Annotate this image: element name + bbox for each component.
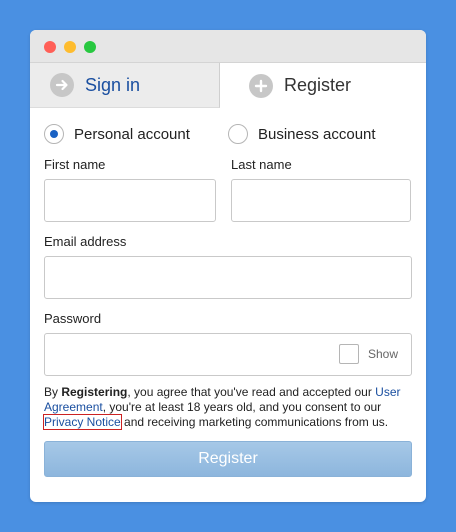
last-name-field[interactable] <box>231 179 411 222</box>
personal-account-radio[interactable] <box>44 124 64 144</box>
last-name-label: Last name <box>231 157 292 172</box>
show-password-toggle[interactable]: Show <box>338 344 398 364</box>
business-account-option[interactable]: Business account <box>228 124 376 144</box>
close-window-button[interactable] <box>44 41 56 53</box>
show-password-checkbox[interactable] <box>338 344 359 364</box>
legal-bold-registering: Registering <box>61 385 128 399</box>
legal-text-3: and receiving marketing communications f… <box>120 415 389 429</box>
zoom-window-button[interactable] <box>84 41 96 53</box>
password-wrapper: Show <box>44 333 412 376</box>
auth-tabs: Sign in Register <box>30 63 426 108</box>
password-label: Password <box>44 311 102 326</box>
personal-account-option[interactable]: Personal account <box>44 124 190 144</box>
window-titlebar <box>30 30 426 63</box>
privacy-notice-link[interactable]: Privacy Notice <box>43 414 122 430</box>
plus-circle-icon <box>249 73 273 98</box>
tab-register-label: Register <box>284 75 352 95</box>
email-field[interactable] <box>44 256 412 299</box>
register-window: Sign in Register Personal account Busine… <box>30 30 426 502</box>
personal-account-label: Personal account <box>74 125 190 143</box>
legal-text-2: , you're at least 18 years old, and you … <box>102 400 382 414</box>
email-label: Email address <box>44 234 127 249</box>
business-account-label: Business account <box>258 125 376 143</box>
tab-sign-in[interactable]: Sign in <box>30 63 220 108</box>
account-type-group: Personal account Business account <box>44 124 414 148</box>
first-name-label: First name <box>44 157 106 172</box>
minimize-window-button[interactable] <box>64 41 76 53</box>
show-password-label: Show <box>367 347 398 361</box>
business-account-radio[interactable] <box>228 124 248 144</box>
first-name-field[interactable] <box>44 179 216 222</box>
register-button[interactable]: Register <box>44 441 412 477</box>
tab-sign-in-label: Sign in <box>85 74 141 95</box>
arrow-right-circle-icon <box>50 73 74 97</box>
legal-prefix: By <box>44 385 62 399</box>
legal-notice: By Registering, you agree that you've re… <box>43 385 414 430</box>
legal-text-1: , you agree that you've read and accepte… <box>127 385 376 399</box>
tab-register[interactable]: Register <box>220 63 426 108</box>
